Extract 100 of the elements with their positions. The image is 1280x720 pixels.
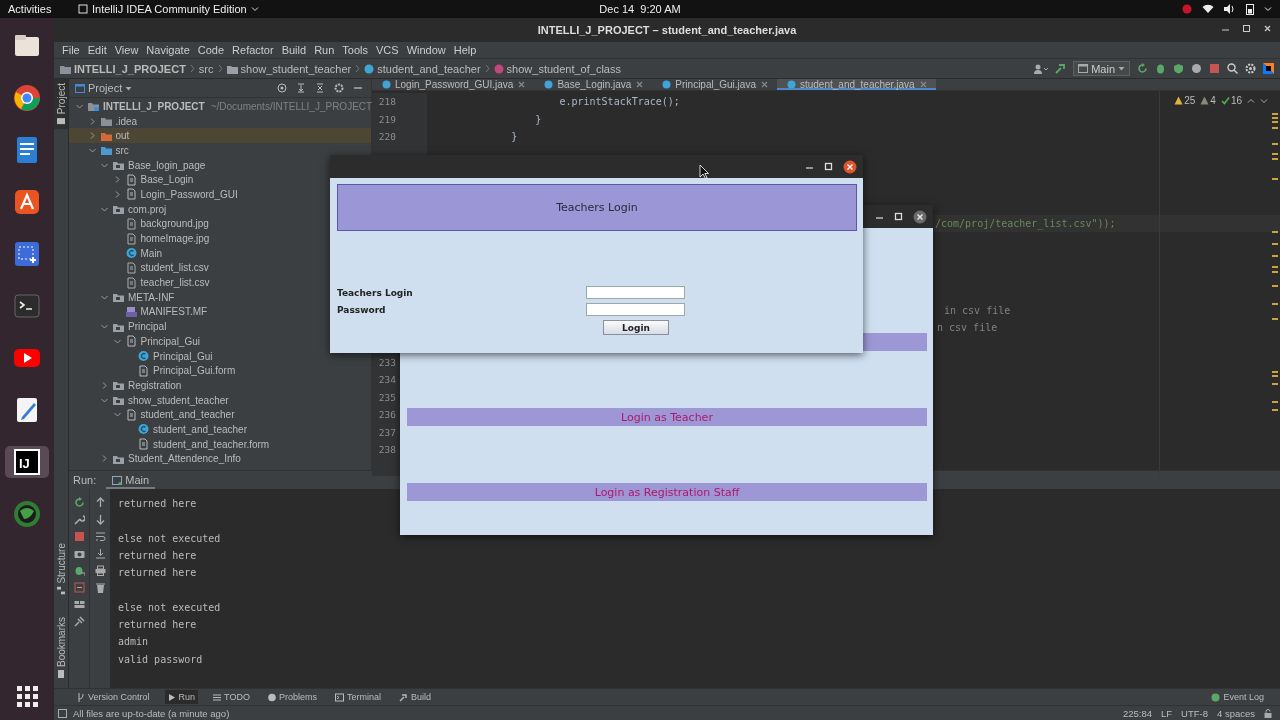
tree-item[interactable]: Base_Login bbox=[69, 172, 198, 188]
camera-icon[interactable] bbox=[73, 548, 85, 559]
layout-icon[interactable] bbox=[73, 599, 85, 610]
tree-item[interactable]: teacher_list.csv bbox=[69, 275, 214, 290]
tree-item[interactable]: INTELLI_J_PROJECT ~/Documents/INTELLI_J_PROJECT bbox=[69, 99, 377, 114]
tree-item[interactable]: homeImage.jpg bbox=[69, 231, 214, 246]
line-separator[interactable]: LF bbox=[1160, 707, 1173, 719]
close-icon[interactable] bbox=[843, 159, 857, 174]
trash-icon[interactable] bbox=[94, 582, 106, 593]
scroll-to-end-icon[interactable] bbox=[94, 548, 106, 559]
app-menu[interactable]: IntelliJ IDEA Community Edition bbox=[78, 3, 259, 15]
input-field[interactable] bbox=[586, 286, 685, 299]
bug-icon[interactable] bbox=[73, 565, 85, 576]
stop-icon[interactable] bbox=[1209, 63, 1220, 74]
menu-item[interactable]: Code bbox=[193, 44, 229, 56]
breadcrumb[interactable]: student_and_teacher bbox=[364, 62, 481, 75]
collapse-all-icon[interactable] bbox=[315, 83, 325, 93]
editor-tab[interactable]: student_and_teacher.java bbox=[776, 79, 936, 90]
tree-item[interactable]: Base_login_page bbox=[69, 157, 210, 173]
exit-icon[interactable] bbox=[73, 582, 85, 593]
menu-item[interactable]: File bbox=[58, 44, 84, 56]
tree-item[interactable]: Principal bbox=[69, 319, 171, 334]
activities-button[interactable]: Activities bbox=[8, 3, 78, 15]
screenshot-icon[interactable] bbox=[12, 239, 42, 269]
wifi-icon[interactable] bbox=[1202, 4, 1214, 14]
maximize-icon[interactable] bbox=[824, 162, 833, 171]
search-icon[interactable] bbox=[1227, 63, 1238, 74]
battery-icon[interactable] bbox=[1246, 3, 1254, 15]
run-config-dropdown[interactable]: Main bbox=[1073, 61, 1130, 76]
coverage-icon[interactable] bbox=[1173, 63, 1184, 74]
menu-item[interactable]: Navigate bbox=[142, 44, 194, 56]
settings-icon[interactable] bbox=[334, 83, 344, 93]
tree-item[interactable]: META-INF bbox=[69, 289, 179, 305]
tree-item[interactable]: background.jpg bbox=[69, 216, 213, 232]
event-log-button[interactable]: Event Log bbox=[1205, 691, 1270, 703]
pin-icon[interactable] bbox=[73, 616, 85, 627]
tool-window-button[interactable]: Terminal bbox=[331, 690, 384, 704]
browser-icon[interactable] bbox=[12, 83, 42, 113]
menu-item[interactable]: Edit bbox=[83, 44, 111, 56]
inspection-count[interactable]: 25 bbox=[1174, 95, 1196, 106]
menu-item[interactable]: Window bbox=[402, 44, 450, 56]
tree-item[interactable]: MANIFEST.MF bbox=[69, 304, 212, 320]
editor-tab[interactable]: Principal_Gui.java bbox=[652, 79, 777, 90]
tree-item[interactable]: student_and_teacher.form bbox=[69, 436, 274, 452]
panel-icon[interactable] bbox=[58, 708, 67, 718]
breadcrumb[interactable]: show_student_of_class bbox=[493, 62, 621, 75]
tree-item[interactable]: student_and_teacher bbox=[69, 407, 239, 423]
globe-icon[interactable] bbox=[12, 499, 42, 529]
print-icon[interactable] bbox=[94, 565, 106, 576]
breadcrumb[interactable]: src bbox=[198, 62, 214, 75]
tree-item[interactable]: out bbox=[69, 128, 371, 144]
ide-icon[interactable]: IJ bbox=[14, 449, 40, 475]
menu-item[interactable]: Run bbox=[310, 44, 339, 56]
tree-item[interactable]: Main bbox=[69, 245, 167, 261]
breadcrumb[interactable]: INTELLI_J_PROJECT bbox=[60, 62, 186, 75]
menu-item[interactable]: View bbox=[110, 44, 143, 56]
soft-wrap-icon[interactable] bbox=[94, 531, 106, 542]
indent-setting[interactable]: 4 spaces bbox=[1216, 707, 1255, 719]
tool-window-button[interactable]: Version Control bbox=[74, 690, 153, 704]
tree-item[interactable]: Principal_Gui.form bbox=[69, 363, 240, 379]
store-icon[interactable] bbox=[12, 187, 42, 217]
tree-item[interactable]: Login_Password_GUI bbox=[69, 187, 242, 202]
menu-item[interactable]: VCS bbox=[372, 44, 403, 56]
up-caret-icon[interactable] bbox=[1247, 96, 1255, 105]
down-caret-icon[interactable] bbox=[1260, 96, 1268, 105]
editor-tab[interactable]: Base_Login.java bbox=[534, 79, 653, 90]
close-icon[interactable] bbox=[913, 209, 927, 224]
lock-icon[interactable] bbox=[1264, 708, 1272, 718]
tree-item[interactable]: student_list.csv bbox=[69, 260, 213, 276]
rerun-icon[interactable] bbox=[1137, 63, 1148, 74]
project-view-dropdown[interactable]: Project bbox=[75, 82, 133, 94]
expand-all-icon[interactable] bbox=[296, 83, 306, 93]
clock[interactable]: Dec 14 9:20 AM bbox=[599, 3, 681, 15]
breadcrumb[interactable]: show_student_teacher bbox=[226, 62, 352, 75]
file-encoding[interactable]: UTF-8 bbox=[1181, 707, 1208, 719]
user-icon[interactable] bbox=[1034, 63, 1049, 74]
target-icon[interactable] bbox=[277, 83, 287, 93]
editor-tab[interactable]: Login_Password_GUI.java bbox=[372, 79, 535, 90]
bug-icon[interactable] bbox=[1155, 63, 1166, 74]
down-arrow-icon[interactable] bbox=[94, 514, 106, 525]
ide-logo-icon[interactable] bbox=[1263, 63, 1274, 74]
stop-icon[interactable] bbox=[73, 531, 85, 542]
maximize-icon[interactable] bbox=[894, 212, 903, 221]
caret-position[interactable]: 225:84 bbox=[1122, 707, 1152, 719]
login-button[interactable]: Login bbox=[603, 320, 669, 335]
tool-window-button[interactable]: Build bbox=[395, 690, 434, 704]
input-field[interactable] bbox=[586, 303, 685, 316]
power-caret-icon[interactable] bbox=[1264, 5, 1272, 13]
rerun-icon[interactable] bbox=[73, 497, 85, 508]
tree-item[interactable]: .idea bbox=[69, 113, 142, 129]
structure-tool-tab[interactable]: Structure bbox=[54, 539, 68, 599]
menu-item[interactable]: Build bbox=[277, 44, 311, 56]
tool-window-button[interactable]: Problems bbox=[264, 690, 320, 704]
tree-item[interactable]: src bbox=[69, 143, 133, 158]
menu-item[interactable]: Help bbox=[449, 44, 481, 56]
tree-item[interactable]: Registration bbox=[69, 378, 186, 393]
run-tab[interactable]: Main bbox=[106, 471, 156, 489]
terminal-icon[interactable] bbox=[12, 291, 42, 321]
tool-window-button[interactable]: TODO bbox=[210, 690, 253, 704]
maximize-icon[interactable] bbox=[1242, 24, 1251, 33]
